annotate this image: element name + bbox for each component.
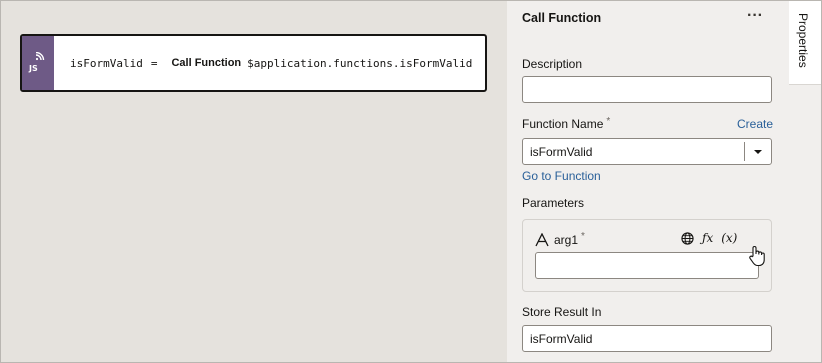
parameters-label: Parameters — [522, 196, 585, 210]
hand-pointer-cursor-icon — [749, 246, 765, 267]
description-label: Description — [522, 57, 583, 71]
parameter-card: arg1 * ƒx (x) — [522, 219, 772, 292]
tab-properties-label: Properties — [796, 13, 810, 68]
js-icon: JS — [28, 52, 45, 73]
parameter-value-input[interactable] — [535, 252, 759, 279]
parameter-header: arg1 * — [535, 230, 585, 247]
create-function-link[interactable]: Create — [737, 117, 773, 131]
svg-text:JS: JS — [28, 64, 38, 73]
function-name-select[interactable]: isFormValid — [522, 138, 772, 165]
expression-fx-icon[interactable]: ƒx — [702, 231, 713, 245]
properties-panel: Call Function ··· Description Function N… — [507, 1, 789, 362]
diagram-canvas[interactable]: JS isFormValid = Call Function $applicat… — [1, 1, 507, 362]
required-marker: * — [606, 116, 611, 127]
more-actions-button[interactable]: ··· — [745, 8, 765, 27]
caret-down-icon — [754, 149, 762, 154]
call-function-action-card[interactable]: JS isFormValid = Call Function $applicat… — [20, 34, 487, 92]
function-name-value: isFormValid — [530, 144, 593, 159]
go-to-function-link[interactable]: Go to Function — [522, 169, 601, 183]
parameter-value-type-icons: ƒx (x) — [681, 231, 737, 245]
variable-x-icon[interactable]: (x) — [721, 231, 737, 245]
function-name-label: Function Name * — [522, 116, 611, 131]
text-type-icon — [535, 233, 549, 247]
dropdown-toggle-button[interactable] — [744, 142, 771, 161]
required-marker: * — [581, 230, 585, 242]
js-action-icon: JS — [22, 36, 54, 90]
action-operator: = — [150, 56, 158, 70]
function-name-label-text: Function Name — [522, 117, 604, 131]
parameter-name: arg1 — [554, 233, 579, 247]
globe-icon[interactable] — [681, 231, 694, 245]
description-input[interactable] — [522, 76, 772, 103]
store-result-input[interactable]: isFormValid — [522, 325, 772, 352]
action-keyword: Call Function — [171, 57, 242, 69]
store-result-label: Store Result In — [522, 305, 602, 319]
panel-title: Call Function — [522, 11, 602, 25]
side-tab-bar: Properties — [789, 1, 821, 362]
action-expression: $application.functions.isFormValid — [247, 56, 473, 70]
action-variable: isFormValid — [70, 56, 143, 70]
tab-properties[interactable]: Properties — [789, 1, 821, 85]
